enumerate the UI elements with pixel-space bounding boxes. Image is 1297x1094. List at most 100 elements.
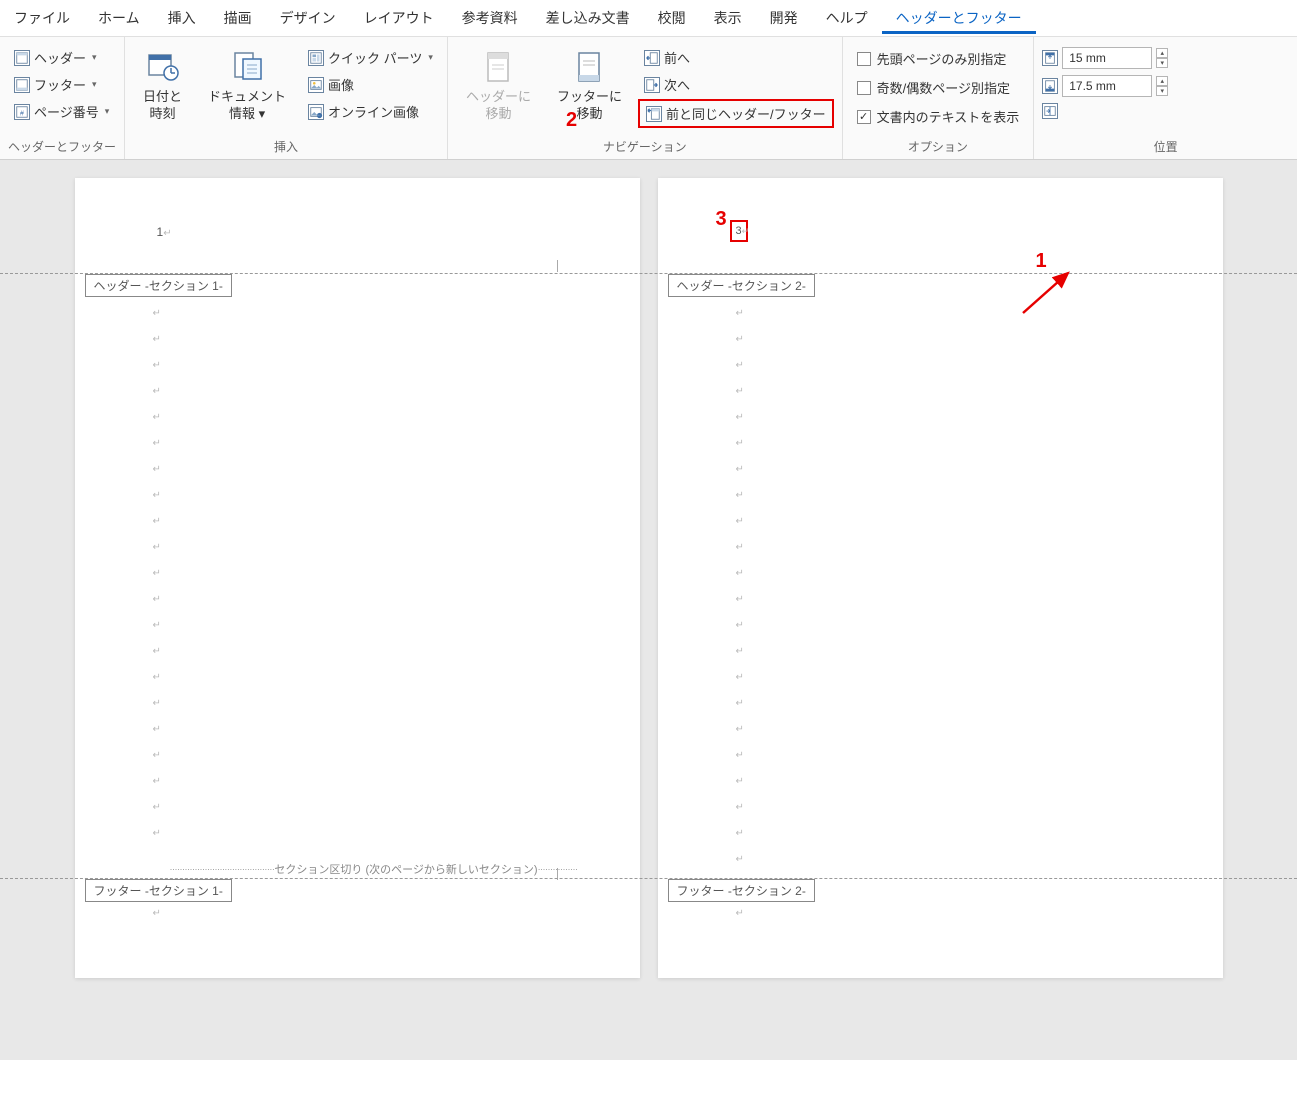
header-label: ヘッダー	[34, 48, 86, 67]
quickparts-label: クイック パーツ	[328, 48, 422, 67]
menu-home[interactable]: ホーム	[84, 2, 154, 34]
ribbon: ヘッダー ▾ フッター ▾ # ページ番号 ▾	[0, 37, 1297, 160]
docinfo-icon	[229, 49, 265, 85]
checkbox-icon	[857, 81, 871, 95]
menubar: ファイル ホーム 挿入 描画 デザイン レイアウト 参考資料 差し込み文書 校閲…	[0, 0, 1297, 37]
docinfo-button[interactable]: ドキュメント 情報 ▾	[198, 45, 296, 127]
annotation-3: 3	[716, 208, 727, 231]
chevron-down-icon: ▾	[92, 79, 97, 90]
ribbon-group-nav-label: ナビゲーション	[456, 134, 834, 157]
quickparts-icon	[308, 50, 324, 66]
annotation-2: 2	[566, 109, 577, 132]
opt-showtext-label: 文書内のテキストを表示	[877, 107, 1020, 126]
ribbon-group-hf: ヘッダー ▾ フッター ▾ # ページ番号 ▾	[0, 37, 125, 159]
pagenum-label: ページ番号	[34, 102, 99, 121]
pagenum-icon: #	[14, 104, 30, 120]
opt-oddeven-label: 奇数/偶数ページ別指定	[877, 78, 1010, 97]
opt-firstpage-checkbox[interactable]: 先頭ページのみ別指定	[851, 45, 1026, 72]
link-to-previous-button[interactable]: 前と同じヘッダー/フッター	[638, 99, 834, 128]
ribbon-group-hf-label: ヘッダーとフッター	[8, 134, 116, 157]
footer-para-mark: ↵	[736, 908, 744, 919]
page-1[interactable]: 1↵ ヘッダー -セクション 1- ↵↵↵↵↵↵↵↵↵↵↵↵↵↵↵↵↵↵↵↵↵ …	[75, 178, 640, 978]
header-from-top-icon	[1042, 50, 1058, 66]
ribbon-group-options: 先頭ページのみ別指定 奇数/偶数ページ別指定 ✓ 文書内のテキストを表示 オプシ…	[843, 37, 1035, 159]
link-prev-label: 前と同じヘッダー/フッター	[666, 104, 826, 123]
ribbon-group-position-label: 位置	[1042, 134, 1289, 157]
menu-mailings[interactable]: 差し込み文書	[532, 2, 644, 34]
onlinepic-icon	[308, 104, 324, 120]
gotofooter-l2: 移動	[576, 106, 602, 121]
datetime-l1: 日付と	[143, 89, 182, 104]
menu-references[interactable]: 参考資料	[448, 2, 532, 34]
picture-label: 画像	[328, 75, 354, 94]
opt-firstpage-label: 先頭ページのみ別指定	[877, 49, 1007, 68]
picture-icon	[308, 77, 324, 93]
footer-distance-input[interactable]: 17.5 mm	[1062, 75, 1152, 97]
annotation-arrow-icon	[1018, 268, 1078, 318]
menu-view[interactable]: 表示	[700, 2, 756, 34]
section-break-indicator: ········································…	[170, 861, 588, 877]
nav-next-button[interactable]: 次へ	[638, 72, 834, 97]
datetime-button[interactable]: 日付と 時刻	[133, 45, 192, 127]
checkbox-icon	[857, 52, 871, 66]
menu-draw[interactable]: 描画	[210, 2, 266, 34]
paragraph-marks: ↵↵↵↵↵↵↵↵↵↵↵↵↵↵↵↵↵↵↵↵↵	[153, 308, 161, 839]
footer-dropdown[interactable]: フッター ▾	[8, 72, 115, 97]
gotofooter-l1: フッターに	[557, 89, 622, 104]
menu-review[interactable]: 校閲	[644, 2, 700, 34]
header-boundary-line	[0, 273, 1297, 274]
page-2[interactable]: 3↵ ヘッダー -セクション 2- ↵↵↵↵↵↵↵↵↵↵↵↵↵↵↵↵↵↵↵↵↵↵…	[658, 178, 1223, 978]
header-dropdown[interactable]: ヘッダー ▾	[8, 45, 115, 70]
spin-down-button[interactable]: ▾	[1156, 86, 1168, 96]
gotoheader-l2: 移動	[485, 106, 511, 121]
page-1-number[interactable]: 1↵	[157, 225, 172, 239]
footer-icon	[14, 77, 30, 93]
annotation-1: 1	[1036, 250, 1047, 273]
header-distance-input[interactable]: 15 mm	[1062, 47, 1152, 69]
footer-from-bottom-icon	[1042, 78, 1058, 94]
chevron-down-icon: ▾	[92, 52, 97, 63]
ribbon-group-nav: ヘッダーに 移動 フッターに 移動 前へ	[448, 37, 843, 159]
docinfo-l2: 情報	[229, 106, 255, 121]
ribbon-group-options-label: オプション	[851, 134, 1026, 157]
menu-help[interactable]: ヘルプ	[812, 2, 882, 34]
chevron-down-icon: ▾	[105, 106, 110, 117]
menu-insert[interactable]: 挿入	[154, 2, 210, 34]
menu-developer[interactable]: 開発	[756, 2, 812, 34]
svg-text:#: #	[20, 110, 24, 117]
footer-para-mark: ↵	[153, 908, 161, 919]
header-section-tag-2: ヘッダー -セクション 2-	[668, 274, 815, 297]
datetime-l2: 時刻	[150, 106, 176, 121]
checkbox-checked-icon: ✓	[857, 110, 871, 124]
quickparts-dropdown[interactable]: クイック パーツ ▾	[302, 45, 439, 70]
paragraph-marks: ↵↵↵↵↵↵↵↵↵↵↵↵↵↵↵↵↵↵↵↵↵↵	[736, 308, 744, 865]
docinfo-l1: ドキュメント	[208, 89, 286, 104]
ribbon-group-insert: 日付と 時刻 ドキュメント 情報 ▾ クイック パーツ	[125, 37, 448, 159]
nav-prev-button[interactable]: 前へ	[638, 45, 834, 70]
pagenum-dropdown[interactable]: # ページ番号 ▾	[8, 99, 115, 124]
insert-alignment-tab-icon[interactable]	[1042, 103, 1058, 119]
menu-header-footer-tab[interactable]: ヘッダーとフッター	[882, 2, 1036, 34]
picture-button[interactable]: 画像	[302, 72, 439, 97]
footer-label: フッター	[34, 75, 86, 94]
onlinepic-label: オンライン画像	[328, 102, 419, 121]
spin-down-button[interactable]: ▾	[1156, 58, 1168, 68]
nav-prev-label: 前へ	[664, 48, 690, 67]
menu-file[interactable]: ファイル	[0, 2, 84, 34]
gotofooter-button[interactable]: フッターに 移動	[547, 45, 632, 127]
header-icon	[14, 50, 30, 66]
opt-showtext-checkbox[interactable]: ✓ 文書内のテキストを表示	[851, 103, 1026, 130]
opt-oddeven-checkbox[interactable]: 奇数/偶数ページ別指定	[851, 74, 1026, 101]
gotoheader-l1: ヘッダーに	[466, 89, 531, 104]
onlinepic-button[interactable]: オンライン画像	[302, 99, 439, 124]
spin-up-button[interactable]: ▴	[1156, 48, 1168, 58]
menu-layout[interactable]: レイアウト	[350, 2, 448, 34]
chevron-down-icon: ▾	[255, 106, 265, 121]
footer-section-tag-2: フッター -セクション 2-	[668, 879, 815, 902]
menu-design[interactable]: デザイン	[266, 2, 350, 34]
document-workspace[interactable]: 1↵ ヘッダー -セクション 1- ↵↵↵↵↵↵↵↵↵↵↵↵↵↵↵↵↵↵↵↵↵ …	[0, 160, 1297, 1060]
link-prev-icon	[646, 106, 662, 122]
spin-up-button[interactable]: ▴	[1156, 76, 1168, 86]
page-2-number[interactable]: 3↵	[736, 225, 750, 237]
header-section-tag-1: ヘッダー -セクション 1-	[85, 274, 232, 297]
